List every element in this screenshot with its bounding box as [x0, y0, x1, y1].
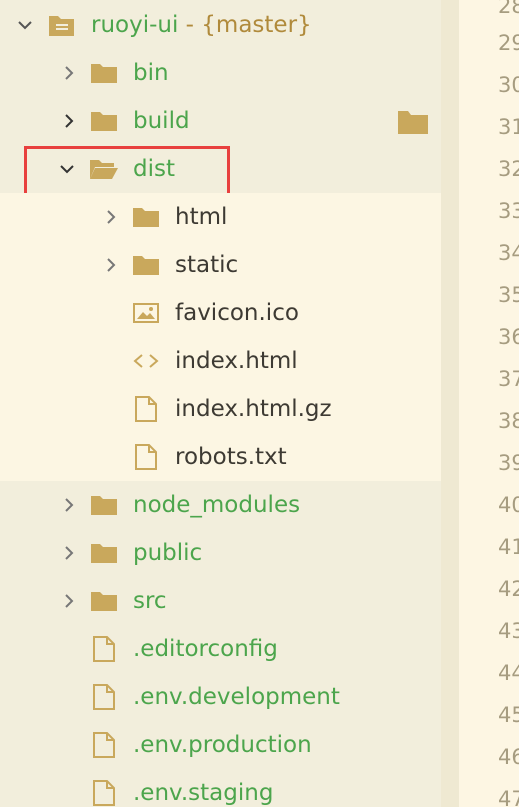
line-number: 40	[498, 493, 519, 517]
line-number: 35	[498, 283, 519, 307]
git-branch-label: {master}	[201, 12, 312, 38]
file-icon	[131, 433, 161, 481]
folder-icon	[89, 481, 119, 529]
tree-item-env-development[interactable]: .env.development	[0, 673, 441, 721]
project-separator: -	[178, 12, 202, 38]
chevron-right-icon[interactable]	[59, 481, 79, 529]
tree-item-public[interactable]: public	[0, 529, 441, 577]
tree-item-label: index.html	[175, 348, 298, 374]
project-title: ruoyi-ui - {master}	[91, 1, 312, 49]
line-number: 39	[498, 451, 519, 475]
tree-item-label: html	[175, 204, 228, 230]
chevron-right-icon[interactable]	[101, 193, 121, 241]
line-number: 47	[498, 787, 519, 807]
line-number: 46	[498, 745, 519, 769]
line-number: 43	[498, 619, 519, 643]
tree-item-label: .env.development	[133, 684, 340, 710]
tree-item-label: build	[133, 108, 190, 134]
file-icon	[89, 769, 119, 807]
chevron-right-icon[interactable]	[59, 529, 79, 577]
folder-icon	[89, 97, 119, 145]
tree-item-label: favicon.ico	[175, 300, 299, 326]
line-number: 32	[498, 157, 519, 181]
folder-icon	[131, 241, 161, 289]
file-icon	[89, 625, 119, 673]
line-number: 34	[498, 241, 519, 265]
chevron-down-icon[interactable]	[15, 1, 35, 49]
line-number: 37	[498, 367, 519, 391]
line-number: 42	[498, 577, 519, 601]
tree-item-env-staging[interactable]: .env.staging	[0, 769, 441, 807]
line-number: 30	[498, 73, 519, 97]
file-explorer-sidebar: ruoyi-ui - {master} bin build dist html …	[0, 0, 441, 807]
editor-line-number-gutter: 28 29 30 31 32 33 34 35 36 37 38 39 40 4…	[459, 0, 519, 807]
editor-window: ruoyi-ui - {master} bin build dist html …	[0, 0, 519, 807]
tree-item-index-html-gz[interactable]: index.html.gz	[0, 385, 441, 433]
chevron-right-icon[interactable]	[59, 577, 79, 625]
line-number: 44	[498, 661, 519, 685]
line-number: 36	[498, 325, 519, 349]
tree-item-build[interactable]: build	[0, 97, 441, 145]
tree-item-label: index.html.gz	[175, 396, 332, 422]
tree-item-label: .env.staging	[133, 780, 274, 806]
tree-item-label: bin	[133, 60, 169, 86]
sidebar-resize-handle[interactable]	[441, 0, 459, 807]
chevron-right-icon[interactable]	[101, 241, 121, 289]
image-file-icon	[131, 289, 161, 337]
folder-icon	[131, 193, 161, 241]
tree-item-label: .editorconfig	[133, 636, 278, 662]
project-root-row[interactable]: ruoyi-ui - {master}	[0, 1, 441, 49]
tree-item-label: robots.txt	[175, 444, 287, 470]
tree-item-index-html[interactable]: index.html	[0, 337, 441, 385]
folder-icon	[89, 577, 119, 625]
project-name: ruoyi-ui	[91, 12, 179, 38]
line-number: 38	[498, 409, 519, 433]
repository-icon	[47, 1, 77, 49]
line-number: 45	[498, 703, 519, 727]
line-number: 41	[498, 535, 519, 559]
line-number: 28	[498, 0, 519, 18]
tree-item-static[interactable]: static	[0, 241, 441, 289]
line-number: 33	[498, 199, 519, 223]
highlight-annotation-box	[24, 146, 230, 196]
tree-item-robots-txt[interactable]: robots.txt	[0, 433, 441, 481]
tree-item-node-modules[interactable]: node_modules	[0, 481, 441, 529]
tree-item-label: src	[133, 588, 167, 614]
code-file-icon	[131, 337, 161, 385]
tree-item-favicon[interactable]: favicon.ico	[0, 289, 441, 337]
chevron-right-icon[interactable]	[59, 49, 79, 97]
tree-item-html[interactable]: html	[0, 193, 441, 241]
folder-icon	[89, 529, 119, 577]
folder-icon	[89, 49, 119, 97]
tree-item-env-production[interactable]: .env.production	[0, 721, 441, 769]
tree-item-editorconfig[interactable]: .editorconfig	[0, 625, 441, 673]
file-icon	[89, 721, 119, 769]
tree-item-label: static	[175, 252, 239, 278]
line-number: 31	[498, 115, 519, 139]
tree-item-src[interactable]: src	[0, 577, 441, 625]
file-icon	[131, 385, 161, 433]
chevron-right-icon[interactable]	[59, 97, 79, 145]
drag-folder-icon	[398, 111, 428, 134]
tree-item-label: public	[133, 540, 203, 566]
tree-item-label: node_modules	[133, 492, 301, 518]
file-icon	[89, 673, 119, 721]
line-number: 29	[498, 31, 519, 55]
tree-item-label: .env.production	[133, 732, 312, 758]
tree-item-bin[interactable]: bin	[0, 49, 441, 97]
